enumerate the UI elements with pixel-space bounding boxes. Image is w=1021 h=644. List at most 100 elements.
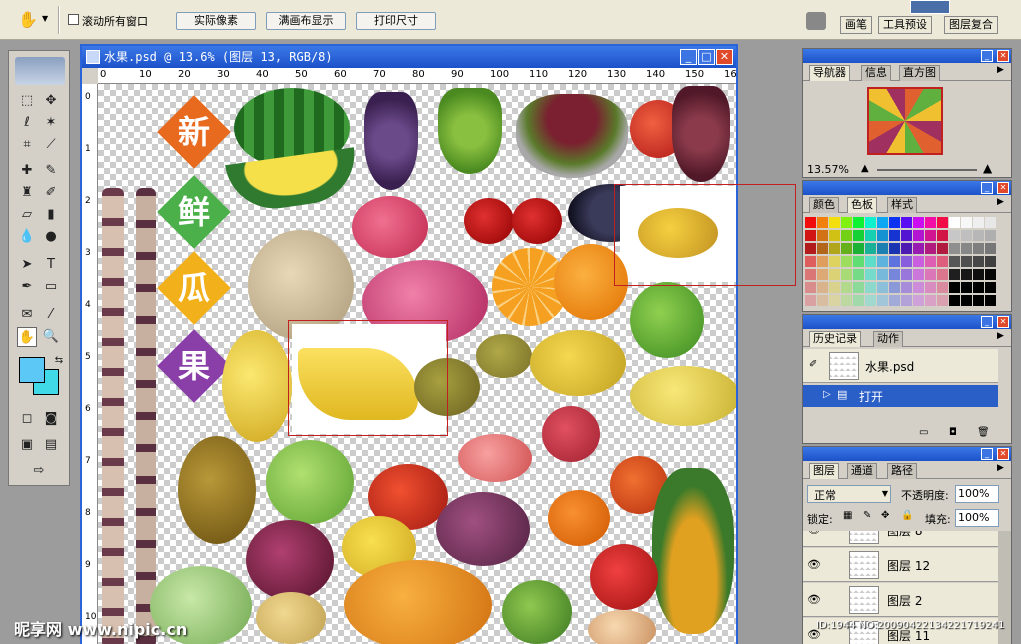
color-swatch[interactable] — [973, 256, 984, 267]
color-swatch[interactable] — [829, 269, 840, 280]
color-swatch[interactable] — [937, 217, 948, 228]
color-swatch[interactable] — [913, 243, 924, 254]
color-swatch[interactable] — [889, 230, 900, 241]
color-swatch[interactable] — [829, 282, 840, 293]
color-swatch[interactable] — [805, 256, 816, 267]
color-swatch[interactable] — [901, 269, 912, 280]
trash-icon[interactable]: 🗑 — [977, 427, 990, 438]
color-swatch[interactable] — [805, 295, 816, 306]
layer-row[interactable]: 👁 图层 8 — [803, 531, 998, 547]
color-swatch[interactable] — [937, 282, 948, 293]
lock-transparency-icon[interactable]: ▦ — [843, 510, 852, 521]
gradient-tool-icon[interactable]: ▮ — [41, 205, 61, 225]
color-swatch[interactable] — [877, 256, 888, 267]
tool-preset-dropdown[interactable]: ▼ — [42, 14, 48, 23]
close-icon[interactable]: ✕ — [997, 50, 1009, 62]
color-swatch[interactable] — [841, 282, 852, 293]
tab-brushes[interactable]: 画笔 — [840, 16, 872, 34]
close-icon[interactable]: ✕ — [997, 448, 1009, 460]
canvas[interactable]: 新 鲜 瓜 果 — [98, 84, 736, 644]
color-swatch[interactable] — [853, 217, 864, 228]
color-swatch[interactable] — [865, 256, 876, 267]
tab-color[interactable]: 颜色 — [809, 197, 839, 213]
color-swatch[interactable] — [901, 282, 912, 293]
color-swatch[interactable] — [961, 243, 972, 254]
color-swatch[interactable] — [949, 295, 960, 306]
quick-mask-icon[interactable]: ◙ — [41, 409, 61, 429]
healing-brush-icon[interactable]: ✚ — [17, 161, 37, 181]
color-swatch[interactable] — [925, 230, 936, 241]
standard-mode-icon[interactable]: ◻ — [17, 409, 37, 429]
color-swatch[interactable] — [889, 295, 900, 306]
color-swatch[interactable] — [865, 230, 876, 241]
color-swatch[interactable] — [841, 269, 852, 280]
color-swatch[interactable] — [985, 282, 996, 293]
color-swatch[interactable] — [865, 243, 876, 254]
color-swatch[interactable] — [937, 295, 948, 306]
eye-icon[interactable]: 👁 — [807, 593, 821, 606]
tab-actions[interactable]: 动作 — [873, 331, 903, 347]
tab-paths[interactable]: 路径 — [887, 463, 917, 479]
color-swatch[interactable] — [961, 269, 972, 280]
layer-row[interactable]: 👁 图层 12 — [803, 548, 998, 582]
color-swatch[interactable] — [805, 230, 816, 241]
color-swatch[interactable] — [949, 282, 960, 293]
swap-colors-icon[interactable]: ⇆ — [49, 351, 69, 371]
opacity-field[interactable]: 100% — [955, 485, 999, 503]
layer-row[interactable]: 👁 图层 2 — [803, 583, 998, 617]
zoom-in-icon[interactable]: ▲ — [983, 161, 992, 175]
color-swatch[interactable] — [937, 269, 948, 280]
color-swatch[interactable] — [973, 269, 984, 280]
actual-pixels-button[interactable]: 实际像素 — [176, 12, 256, 30]
hand-tool-icon[interactable]: ✋ — [18, 10, 38, 29]
hand-tool-icon[interactable]: ✋ — [17, 327, 37, 347]
color-swatch[interactable] — [949, 243, 960, 254]
color-swatch[interactable] — [949, 269, 960, 280]
panel-menu-icon[interactable]: ▶ — [997, 65, 1004, 75]
color-swatch[interactable] — [877, 230, 888, 241]
panel-menu-icon[interactable]: ▶ — [997, 197, 1004, 207]
color-swatch[interactable] — [937, 256, 948, 267]
color-swatch[interactable] — [889, 217, 900, 228]
magic-wand-icon[interactable]: ✶ — [41, 113, 61, 133]
color-swatch[interactable] — [853, 256, 864, 267]
tab-navigator[interactable]: 导航器 — [809, 65, 850, 81]
tab-styles[interactable]: 样式 — [887, 197, 917, 213]
zoom-out-icon[interactable]: ▲ — [861, 163, 869, 174]
color-swatch[interactable] — [913, 256, 924, 267]
navigator-thumbnail[interactable] — [867, 87, 943, 155]
color-swatch[interactable] — [925, 217, 936, 228]
close-icon[interactable]: ✕ — [997, 316, 1009, 328]
color-swatch[interactable] — [901, 243, 912, 254]
eye-icon[interactable]: 👁 — [807, 531, 821, 536]
minimize-icon[interactable]: _ — [981, 448, 993, 460]
color-swatch[interactable] — [889, 256, 900, 267]
color-swatch[interactable] — [901, 217, 912, 228]
color-swatch[interactable] — [961, 295, 972, 306]
lock-move-icon[interactable]: ✥ — [881, 510, 889, 521]
color-swatch[interactable] — [853, 295, 864, 306]
panel-titlebar[interactable] — [803, 49, 1011, 63]
type-tool-icon[interactable]: T — [41, 255, 61, 275]
color-swatch[interactable] — [865, 295, 876, 306]
color-swatch[interactable] — [877, 282, 888, 293]
blend-mode-select[interactable]: 正常 ▼ — [807, 485, 891, 503]
tab-info[interactable]: 信息 — [861, 65, 891, 81]
eye-icon[interactable]: 👁 — [807, 558, 821, 571]
color-swatch[interactable] — [925, 243, 936, 254]
color-swatch[interactable] — [973, 230, 984, 241]
lock-all-icon[interactable]: 🔒 — [901, 510, 913, 521]
dodge-tool-icon[interactable]: ● — [41, 227, 61, 247]
document-title[interactable]: 水果.psd @ 13.6% (图层 13, RGB/8) — [82, 46, 736, 68]
marquee-tool-icon[interactable]: ⬚ — [17, 91, 37, 111]
lock-brush-icon[interactable]: ✎ — [863, 510, 871, 521]
color-swatch[interactable] — [985, 243, 996, 254]
color-swatch[interactable] — [901, 256, 912, 267]
color-swatch[interactable] — [937, 230, 948, 241]
color-swatch[interactable] — [973, 295, 984, 306]
tab-swatches[interactable]: 色板 — [847, 197, 877, 213]
color-swatch[interactable] — [805, 243, 816, 254]
shape-tool-icon[interactable]: ▭ — [41, 277, 61, 297]
color-swatch[interactable] — [877, 217, 888, 228]
color-swatch[interactable] — [829, 295, 840, 306]
